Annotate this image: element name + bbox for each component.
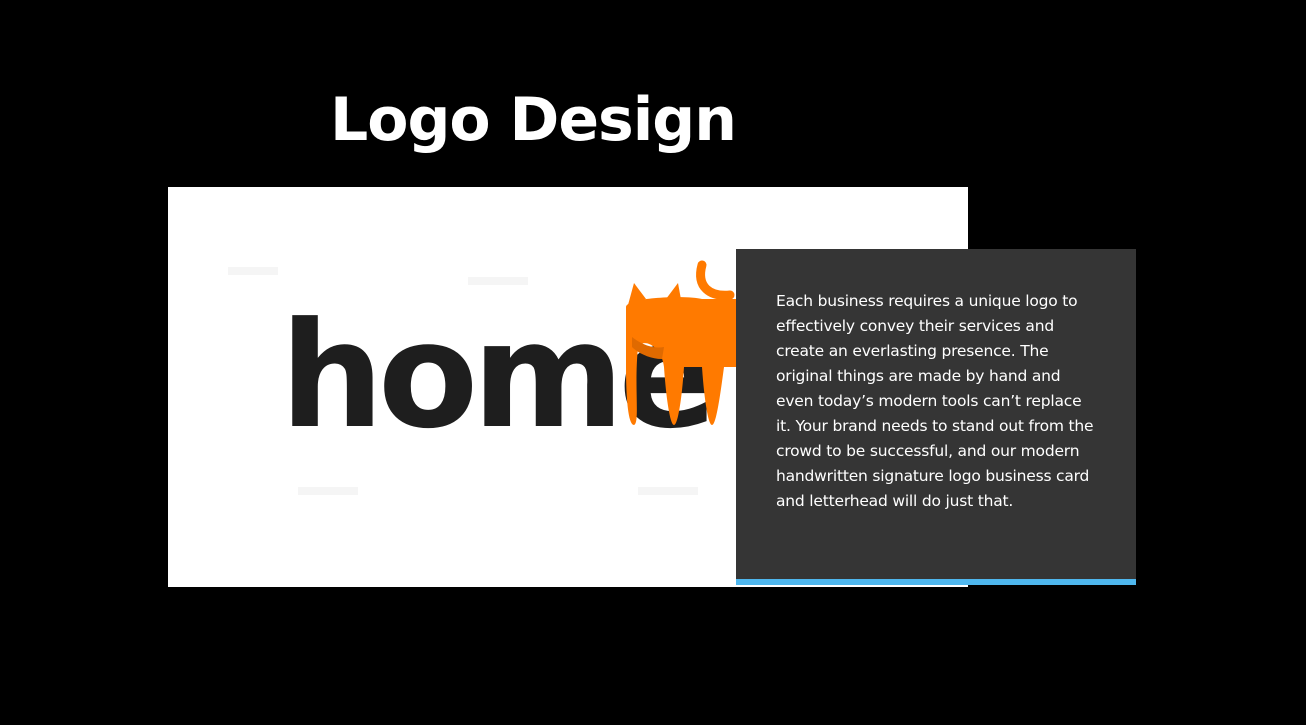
- description-panel: Each business requires a unique logo to …: [736, 249, 1136, 579]
- logo-design-section: Logo Design home Each business requires …: [0, 0, 1306, 725]
- description-text: Each business requires a unique logo to …: [776, 292, 1094, 510]
- accent-bar: [736, 579, 1136, 585]
- section-title: Logo Design: [330, 85, 737, 155]
